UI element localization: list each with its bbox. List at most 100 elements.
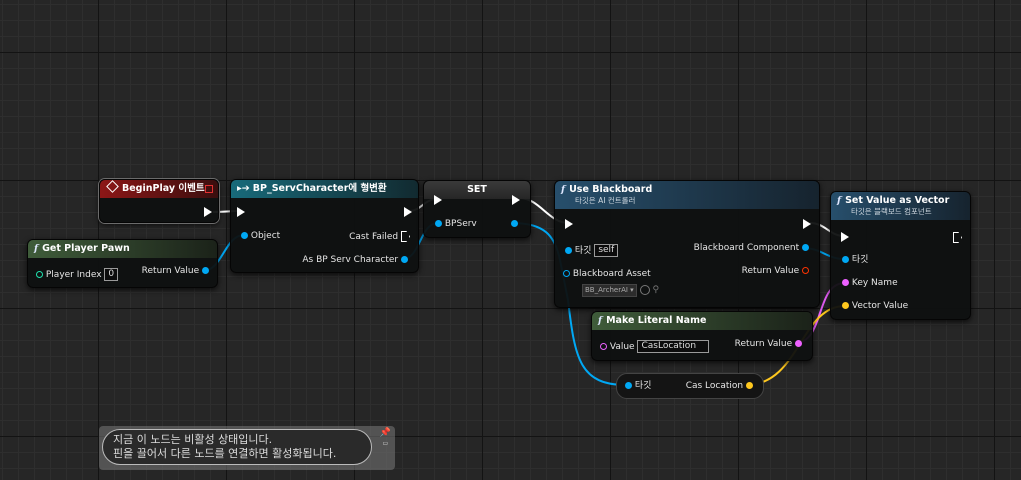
node-header: ▸➔ BP_ServCharacter에 형변환 [231,180,418,198]
bpserv-out-pin[interactable] [511,219,518,229]
cast-node[interactable]: ▸➔ BP_ServCharacter에 형변환 Object Cast Fail… [230,179,419,273]
blackboard-component-pin[interactable]: Blackboard Component [694,243,809,253]
exec-pin-icon[interactable] [953,232,962,243]
object-pin-icon[interactable] [435,220,442,227]
function-icon: f [598,315,603,326]
set-node[interactable]: SET BPServ [423,180,531,238]
get-player-pawn-node[interactable]: f Get Player Pawn Player Index 0 Return V… [27,239,218,288]
exec-in-pin[interactable] [237,207,245,218]
pin-label: Player Index [45,270,102,280]
exec-pin-icon[interactable] [434,195,442,205]
name-pin-icon[interactable] [795,340,802,347]
exec-in-pin[interactable] [565,219,573,230]
pin-label: Return Value [734,339,793,349]
cas-location-getter-node[interactable]: 타깃 Cas Location [616,373,764,399]
exec-in-pin[interactable] [434,195,442,206]
return-value-pin[interactable]: Return Value [742,266,809,276]
pin-label: Object [250,231,281,241]
exec-pin-icon[interactable] [404,207,412,217]
return-value-pin[interactable]: Return Value [142,266,209,276]
value-input[interactable]: CasLocation [637,340,710,353]
pin-label: Cas Location [685,381,744,391]
object-pin-icon[interactable] [842,256,849,263]
as-bp-serv-character-pin[interactable]: As BP Serv Character [302,255,408,265]
pin-label: Key Name [851,278,898,288]
event-icon [106,180,119,193]
pin-label: Value [609,342,635,352]
cast-failed-pin[interactable]: Cast Failed [349,231,410,242]
exec-out-pin[interactable] [803,219,811,230]
exec-pin-icon[interactable] [803,219,811,229]
player-index-input[interactable]: 0 [104,268,119,281]
search-icon[interactable]: ⚲ [652,285,659,295]
object-pin[interactable]: Object [241,231,280,241]
key-name-pin[interactable]: Key Name [842,278,898,288]
target-self-input[interactable]: self [594,244,619,257]
target-pin[interactable]: 타깃 self [565,244,619,257]
object-pin-icon[interactable] [802,244,809,251]
exec-out-pin[interactable] [404,207,412,218]
set-value-as-vector-node[interactable]: f Set Value as Vector 타깃은 블랙보드 컴포넌트 타깃 Ke… [830,191,971,320]
pin-label: Vector Value [851,301,909,311]
pin-label: Cast Failed [349,232,399,242]
node-title: Make Literal Name [606,315,707,326]
browse-icon[interactable] [639,284,650,295]
object-pin-icon[interactable] [565,247,572,254]
exec-pin-icon[interactable] [512,195,520,205]
exec-pin-icon[interactable] [401,231,410,242]
pin-label: Return Value [741,266,800,276]
pin-label: Return Value [141,266,200,276]
object-pin-icon[interactable] [202,267,209,274]
pin-comment-icon[interactable]: 📌 ▭ [380,428,391,449]
object-pin-icon[interactable] [241,232,248,239]
exec-pin-icon[interactable] [237,207,245,217]
node-title: SET [467,184,487,195]
node-title: BeginPlay 이벤트 [122,183,205,194]
object-pin-icon[interactable] [511,220,518,227]
vector-value-pin[interactable]: Vector Value [842,301,908,311]
exec-pin-icon[interactable] [204,207,212,217]
blackboard-asset-pin[interactable]: Blackboard Asset [563,269,651,279]
node-header: f Set Value as Vector 타깃은 블랙보드 컴포넌트 [831,192,970,220]
exec-out-pin[interactable] [204,207,212,218]
make-literal-name-node[interactable]: f Make Literal Name Value CasLocation Ret… [591,311,813,361]
value-pin[interactable]: Value CasLocation [600,340,710,353]
object-pin-icon[interactable] [563,270,570,277]
exec-pin-icon[interactable] [565,219,573,229]
exec-out-pin[interactable] [953,232,962,243]
blackboard-asset-dropdown[interactable]: BB_ArcherAI ▾ ⚲ [582,284,659,297]
node-header: f Make Literal Name [592,312,812,330]
bool-pin-icon[interactable] [802,267,809,274]
player-index-pin[interactable]: Player Index 0 [36,268,119,281]
exec-in-pin[interactable] [841,232,849,243]
object-pin-icon[interactable] [625,382,632,389]
tooltip-line-1: 지금 이 노드는 비활성 상태입니다. [113,433,273,446]
begin-play-node[interactable]: BeginPlay 이벤트 [99,179,219,223]
target-pin[interactable]: 타깃 [842,255,868,265]
return-value-pin[interactable]: Return Value [735,339,802,349]
use-blackboard-node[interactable]: f Use Blackboard 타깃은 AI 컨트롤러 타깃 self Blac… [554,180,820,308]
node-title: BP_ServCharacter에 형변환 [252,183,387,194]
int-pin-icon[interactable] [36,271,43,278]
name-pin-icon[interactable] [600,343,607,350]
cas-location-pin[interactable]: Cas Location [686,381,753,391]
delegate-pin-icon[interactable] [205,185,213,193]
node-subtitle: 타깃은 AI 컨트롤러 [575,196,636,205]
exec-pin-icon[interactable] [841,232,849,242]
disabled-node-tooltip: 지금 이 노드는 비활성 상태입니다. 핀을 끌어서 다른 노드를 연결하면 활… [99,426,395,470]
asset-select[interactable]: BB_ArcherAI ▾ [582,284,637,297]
tooltip-bubble: 지금 이 노드는 비활성 상태입니다. 핀을 끌어서 다른 노드를 연결하면 활… [102,429,372,465]
bpserv-pin[interactable]: BPServ [435,219,477,229]
pin-label: BPServ [444,219,477,229]
node-title: Use Blackboard [569,184,653,195]
cast-icon: ▸➔ [237,183,250,194]
vector-pin-icon[interactable] [746,382,753,389]
name-pin-icon[interactable] [842,279,849,286]
target-pin[interactable]: 타깃 [625,381,651,391]
asset-value: BB_ArcherAI [585,286,628,294]
object-pin-icon[interactable] [401,256,408,263]
vector-pin-icon[interactable] [842,302,849,309]
pin-label: 타깃 [851,255,869,265]
exec-out-pin[interactable] [512,195,520,206]
pin-label: Blackboard Asset [572,269,651,279]
